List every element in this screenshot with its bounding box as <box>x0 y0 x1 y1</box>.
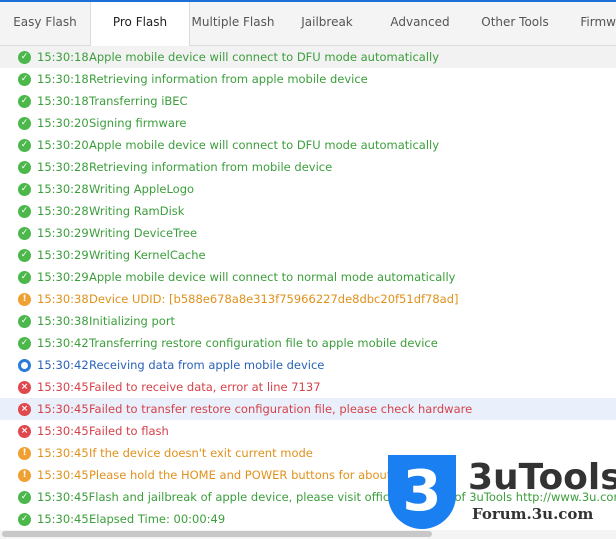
check-circle-icon: ✓ <box>18 160 31 174</box>
log-message: Please hold the HOME and POWER buttons f… <box>89 468 420 482</box>
log-row: ✓ 15:30:38 Initializing port <box>0 310 616 332</box>
log-row: ✓ 15:30:18 Apple mobile device will connec… <box>0 46 616 68</box>
log-row: × 15:30:45 Failed to transfer restore conf… <box>0 398 616 420</box>
tab-jailbreak[interactable]: Jailbreak <box>276 2 378 45</box>
tab-firmware[interactable]: Firmw <box>568 2 616 45</box>
tab-bar: Easy Flash Pro Flash Multiple Flash Jail… <box>0 2 616 46</box>
log-time: 15:30:28 <box>37 182 89 196</box>
warning-circle-icon: ! <box>18 468 31 482</box>
watermark-brand: 3uTools <box>468 457 616 498</box>
log-time: 15:30:45 <box>37 490 89 504</box>
log-row: ✓ 15:30:20 Apple mobile device will connec… <box>0 134 616 156</box>
log-row: ✓ 15:30:18 Retrieving information from app… <box>0 68 616 90</box>
log-time: 15:30:42 <box>37 358 89 372</box>
check-circle-icon: ✓ <box>18 72 31 86</box>
check-circle-icon: ✓ <box>18 94 31 108</box>
log-message: Elapsed Time: 00:00:49 <box>89 512 226 526</box>
log-time: 15:30:45 <box>37 424 89 438</box>
check-circle-icon: ✓ <box>18 138 31 152</box>
log-message: Writing RamDisk <box>89 204 185 218</box>
log-time: 15:30:29 <box>37 248 89 262</box>
log-time: 15:30:45 <box>37 402 89 416</box>
log-time: 15:30:20 <box>37 138 89 152</box>
log-time: 15:30:29 <box>37 226 89 240</box>
tab-advanced[interactable]: Advanced <box>378 2 462 45</box>
warning-circle-icon: ! <box>18 292 31 306</box>
log-message: Retrieving information from apple mobile… <box>89 72 368 86</box>
log-time: 15:30:45 <box>37 446 89 460</box>
log-message: Writing DeviceTree <box>89 226 198 240</box>
log-message: Transferring iBEC <box>89 94 188 108</box>
log-time: 15:30:38 <box>37 292 89 306</box>
tab-other-tools[interactable]: Other Tools <box>462 2 568 45</box>
log-row: × 15:30:45 Failed to receive data, error a… <box>0 376 616 398</box>
check-circle-icon: ✓ <box>18 226 31 240</box>
log-time: 15:30:29 <box>37 270 89 284</box>
log-time: 15:30:42 <box>37 336 89 350</box>
log-row: ✓ 15:30:29 Apple mobile device will connec… <box>0 266 616 288</box>
log-message: Failed to flash <box>89 424 169 438</box>
check-circle-icon: ✓ <box>18 336 31 350</box>
check-circle-icon: ✓ <box>18 512 31 526</box>
3utools-watermark: 3 3uTools Forum.3u.com <box>388 455 616 530</box>
log-row: ✓ 15:30:28 Writing RamDisk <box>0 200 616 222</box>
log-time: 15:30:18 <box>37 94 89 108</box>
log-message: Apple mobile device will connect to DFU … <box>89 138 440 152</box>
log-time: 15:30:45 <box>37 380 89 394</box>
log-message: Receiving data from apple mobile device <box>89 358 325 372</box>
log-message: Apple mobile device will connect to norm… <box>89 270 456 284</box>
log-message: Transferring restore configuration file … <box>89 336 438 350</box>
log-row: ✓ 15:30:20 Signing firmware <box>0 112 616 134</box>
log-message: Writing AppleLogo <box>89 182 195 196</box>
watermark-forum: Forum.3u.com <box>472 505 594 523</box>
log-row: ✓ 15:30:42 Transferring restore configurat… <box>0 332 616 354</box>
log-message: Failed to transfer restore configuration… <box>89 402 473 416</box>
log-row: ✓ 15:30:28 Retrieving information from mob… <box>0 156 616 178</box>
scrollbar-thumb[interactable] <box>2 531 432 537</box>
log-message: Writing KernelCache <box>89 248 206 262</box>
log-message: Apple mobile device will connect to DFU … <box>89 50 440 64</box>
3utools-logo-icon: 3 <box>388 455 456 529</box>
error-circle-icon: × <box>18 380 31 394</box>
tab-pro-flash[interactable]: Pro Flash <box>90 2 190 46</box>
log-row: ✓ 15:30:29 Writing DeviceTree <box>0 222 616 244</box>
log-message: If the device doesn't exit current mode <box>89 446 313 460</box>
log-time: 15:30:18 <box>37 50 89 64</box>
log-row: ! 15:30:38 Device UDID: [b588e678a8e313f75… <box>0 288 616 310</box>
tab-easy-flash[interactable]: Easy Flash <box>0 2 90 45</box>
tab-multiple-flash[interactable]: Multiple Flash <box>190 2 276 45</box>
warning-circle-icon: ! <box>18 446 31 460</box>
info-circle-icon <box>18 358 31 372</box>
log-row: × 15:30:45 Failed to flash <box>0 420 616 442</box>
log-time: 15:30:18 <box>37 72 89 86</box>
log-time: 15:30:45 <box>37 512 89 526</box>
log-row: 15:30:42 Receiving data from apple mobile… <box>0 354 616 376</box>
log-message: Initializing port <box>89 314 176 328</box>
log-time: 15:30:28 <box>37 160 89 174</box>
log-time: 15:30:38 <box>37 314 89 328</box>
log-message: Failed to receive data, error at line 71… <box>89 380 321 394</box>
error-circle-icon: × <box>18 402 31 416</box>
log-message: Device UDID: [b588e678a8e313f75966227de8… <box>89 292 459 306</box>
horizontal-scrollbar[interactable] <box>0 530 616 539</box>
log-row: ✓ 15:30:28 Writing AppleLogo <box>0 178 616 200</box>
check-circle-icon: ✓ <box>18 116 31 130</box>
log-row: ✓ 15:30:29 Writing KernelCache <box>0 244 616 266</box>
check-circle-icon: ✓ <box>18 182 31 196</box>
check-circle-icon: ✓ <box>18 204 31 218</box>
log-row: ✓ 15:30:18 Transferring iBEC <box>0 90 616 112</box>
check-circle-icon: ✓ <box>18 490 31 504</box>
log-message: Retrieving information from mobile devic… <box>89 160 333 174</box>
check-circle-icon: ✓ <box>18 50 31 64</box>
log-time: 15:30:28 <box>37 204 89 218</box>
log-message: Signing firmware <box>89 116 187 130</box>
error-circle-icon: × <box>18 424 31 438</box>
check-circle-icon: ✓ <box>18 248 31 262</box>
log-time: 15:30:45 <box>37 468 89 482</box>
log-time: 15:30:20 <box>37 116 89 130</box>
check-circle-icon: ✓ <box>18 270 31 284</box>
check-circle-icon: ✓ <box>18 314 31 328</box>
